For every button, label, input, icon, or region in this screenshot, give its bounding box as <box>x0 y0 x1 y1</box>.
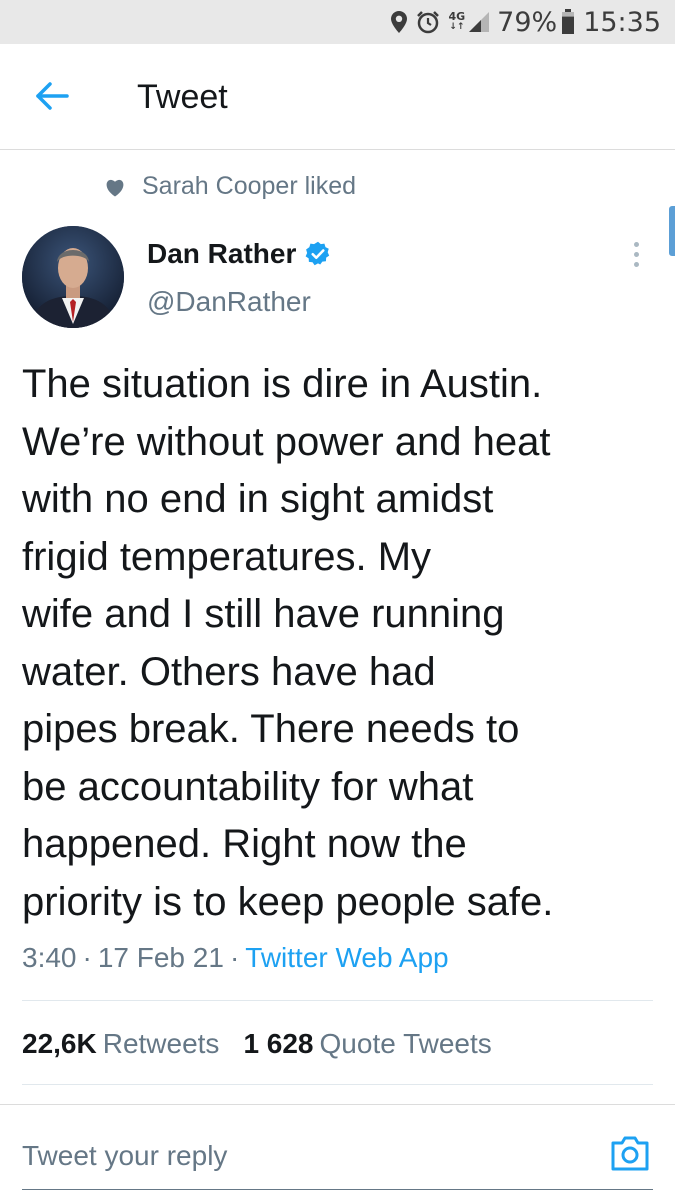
tweet-meta: 3:40 · 17 Feb 21 · Twitter Web App <box>22 942 449 974</box>
reply-input[interactable] <box>22 1136 582 1176</box>
author-name-text: Dan Rather <box>147 238 297 269</box>
tweet-text-line: pipes break. There needs to <box>22 707 520 751</box>
divider <box>22 1000 653 1001</box>
tweet-text-line: water. Others have had <box>22 649 436 694</box>
battery-percent: 79% <box>497 6 558 38</box>
tweet-source-link[interactable]: Twitter Web App <box>245 942 448 973</box>
avatar[interactable] <box>22 226 124 328</box>
social-context-text: Sarah Cooper liked <box>142 172 357 200</box>
meta-separator: · <box>229 942 240 973</box>
author-handle[interactable]: @DanRather <box>147 286 311 318</box>
tweet-text-line: wife and I still have running <box>22 592 505 636</box>
signal-icon <box>467 10 491 34</box>
tweet-date: 17 Feb 21 <box>97 942 224 973</box>
reply-underline <box>22 1189 653 1190</box>
camera-button[interactable] <box>609 1134 651 1172</box>
tweet-text-line: We’re without power and heat <box>22 419 551 464</box>
retweets-label: Retweets <box>102 1028 220 1059</box>
location-icon <box>390 10 408 34</box>
tweet-stats: 22,6K Retweets 1 628 Quote Tweets <box>22 1028 492 1060</box>
more-options-button[interactable] <box>630 242 642 272</box>
network-type: 4G ↓↑ <box>448 10 466 32</box>
tweet-time: 3:40 <box>22 942 77 973</box>
tweet-text-line: frigid temperatures. My <box>22 534 432 579</box>
scroll-indicator <box>669 206 675 256</box>
quotes-label: Quote Tweets <box>319 1028 492 1059</box>
status-bar: 4G ↓↑ 79% 15:35 <box>0 0 675 44</box>
tweet-text-line: priority is to keep people safe. <box>22 879 554 924</box>
camera-icon <box>611 1136 649 1171</box>
meta-separator: · <box>82 942 92 973</box>
avatar-image <box>22 226 124 328</box>
more-vertical-icon <box>630 242 642 267</box>
battery-icon <box>561 9 575 35</box>
back-button[interactable] <box>34 80 70 112</box>
retweets-count: 22,6K <box>22 1028 97 1059</box>
tweet-text-line: The situation is dire in Austin. <box>22 362 543 406</box>
reply-bar-border <box>0 1104 675 1105</box>
page-title: Tweet <box>137 78 228 116</box>
verified-badge-icon <box>306 241 330 266</box>
heart-icon <box>106 179 124 197</box>
social-context: Sarah Cooper liked <box>104 172 356 201</box>
quotes-count: 1 628 <box>243 1028 314 1059</box>
alarm-icon <box>416 10 440 34</box>
arrow-left-icon <box>36 82 69 110</box>
tweet-text-line: happened. Right now the <box>22 822 467 866</box>
tweet-text: The situation is dire in Austin. We’re wi… <box>22 356 662 931</box>
tweet-text-line: be accountability for what <box>22 764 474 809</box>
status-time: 15:35 <box>583 6 661 38</box>
quotes-stat[interactable]: 1 628 Quote Tweets <box>243 1028 491 1059</box>
header: Tweet <box>0 44 675 150</box>
retweets-stat[interactable]: 22,6K Retweets <box>22 1028 219 1059</box>
tweet-text-line: with no end in sight amidst <box>22 477 494 521</box>
divider <box>22 1084 653 1085</box>
author-name[interactable]: Dan Rather <box>147 238 332 270</box>
